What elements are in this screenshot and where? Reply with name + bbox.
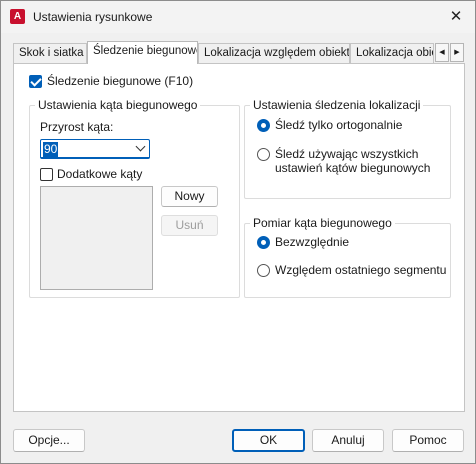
cancel-button[interactable]: Anuluj (312, 429, 384, 452)
tab-strip: Skok i siatka Śledzenie biegunowe Lokali… (13, 41, 465, 64)
new-angle-button[interactable]: Nowy (161, 186, 218, 207)
close-icon[interactable]: ✕ (445, 7, 467, 27)
dialog-window: A Ustawienia rysunkowe ✕ Skok i siatka Ś… (0, 0, 476, 464)
chevron-down-icon (135, 141, 146, 152)
increment-angle-select[interactable]: 90 (40, 139, 150, 159)
all-polar-angles-label[interactable]: Śledź używając wszystkich ustawień kątów… (275, 147, 430, 175)
additional-angles-label[interactable]: Dodatkowe kąty (57, 167, 142, 181)
all-polar-angles-radio[interactable] (257, 148, 270, 161)
additional-angles-list[interactable] (40, 186, 153, 290)
increment-angle-label: Przyrost kąta: (40, 120, 114, 134)
ok-button[interactable]: OK (232, 429, 305, 452)
tab-snap-grid[interactable]: Skok i siatka (13, 43, 87, 63)
angle-settings-title: Ustawienia kąta biegunowego (35, 98, 201, 112)
window-title: Ustawienia rysunkowe (33, 10, 153, 24)
tab-object-snap[interactable]: Lokalizacja względem obiektu (198, 43, 350, 63)
tab-scroll-right-icon[interactable]: ▶ (450, 43, 464, 62)
additional-angles-checkbox[interactable] (40, 168, 53, 181)
tab-object-snap-tracking[interactable]: Lokalizacja obie (350, 43, 434, 63)
tab-panel: Śledzenie biegunowe (F10) Ustawienia kąt… (13, 63, 465, 412)
title-bar: A Ustawienia rysunkowe ✕ (1, 1, 475, 33)
autocad-app-icon: A (10, 9, 25, 24)
relative-last-segment-label[interactable]: Względem ostatniego segmentu (275, 263, 446, 277)
delete-angle-button[interactable]: Usuń (161, 215, 218, 236)
relative-last-segment-radio[interactable] (257, 264, 270, 277)
all-polar-angles-label-line1: Śledź używając wszystkich (275, 147, 419, 161)
angle-measure-title: Pomiar kąta biegunowego (250, 216, 395, 230)
increment-angle-value: 90 (43, 142, 59, 157)
absolute-label[interactable]: Bezwzględnie (275, 235, 349, 249)
orthogonal-only-radio[interactable] (257, 119, 270, 132)
help-button[interactable]: Pomoc (392, 429, 464, 452)
all-polar-angles-label-line2: ustawień kątów biegunowych (275, 161, 431, 175)
absolute-radio[interactable] (257, 236, 270, 249)
orthogonal-only-label[interactable]: Śledź tylko ortogonalnie (275, 118, 402, 132)
tracking-settings-title: Ustawienia śledzenia lokalizacji (250, 98, 424, 112)
tab-polar-tracking[interactable]: Śledzenie biegunowe (87, 41, 198, 64)
polar-tracking-label[interactable]: Śledzenie biegunowe (F10) (47, 74, 193, 88)
tab-scroll-left-icon[interactable]: ◀ (435, 43, 449, 62)
polar-tracking-checkbox[interactable] (29, 75, 42, 88)
options-button[interactable]: Opcje... (13, 429, 85, 452)
